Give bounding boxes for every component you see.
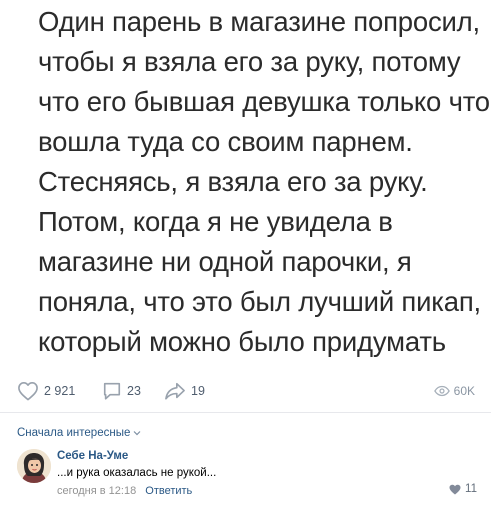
comment-count: 23 — [127, 384, 141, 398]
comment-text: ...и рука оказалась не рукой... — [57, 467, 217, 479]
post-text: Один парень в магазине попросил, чтобы я… — [38, 0, 490, 362]
post-text-line: который можно было придумать — [38, 326, 446, 357]
heart-icon — [449, 484, 461, 494]
divider — [0, 412, 491, 413]
post-text-line: магазине ни одной парочки, я — [38, 246, 412, 277]
share-button[interactable]: 19 — [164, 380, 205, 402]
post-text-line: вошла туда со своим парнем. — [38, 126, 413, 157]
comment-like-count: 11 — [465, 483, 477, 495]
sort-label: Сначала интересные — [17, 427, 131, 439]
reply-button[interactable]: Ответить — [145, 485, 192, 497]
comment-like-button[interactable]: 11 — [449, 483, 477, 495]
comment-timestamp[interactable]: сегодня в 12:18 — [57, 485, 136, 497]
comment-button[interactable]: 23 — [102, 380, 141, 402]
views-counter: 60K — [433, 380, 475, 402]
post-text-line: Потом, когда я не увидела в — [38, 206, 393, 237]
post-text-line: поняла, что это был лучший пикап, — [38, 286, 481, 317]
comment-meta: сегодня в 12:18 Ответить — [57, 485, 192, 497]
comment-bubble-icon — [103, 382, 121, 400]
like-button[interactable]: 2 921 — [17, 380, 75, 402]
post-image: Один парень в магазине попросил, чтобы я… — [0, 0, 491, 364]
comment-item: Себе На-Уме ...и рука оказалась не рукой… — [17, 449, 477, 499]
avatar-illustration — [17, 449, 51, 483]
comments-sort-dropdown[interactable]: Сначала интересные — [17, 427, 141, 439]
post-text-line: Стесняясь, я взяла его за руку. — [38, 166, 428, 197]
eye-icon — [433, 385, 450, 397]
chevron-down-icon — [133, 431, 141, 436]
share-arrow-icon — [165, 382, 185, 400]
like-count: 2 921 — [44, 384, 76, 398]
heart-icon — [18, 382, 38, 401]
post-actions-bar: 2 921 23 19 60K — [0, 376, 491, 406]
post-text-line: Один парень в магазине попросил, — [38, 6, 480, 37]
views-count: 60K — [453, 384, 475, 398]
post-text-line: что его бывшая девушка только что — [38, 86, 490, 117]
comment-author-link[interactable]: Себе На-Уме — [57, 450, 128, 462]
avatar[interactable] — [17, 449, 51, 483]
share-count: 19 — [191, 384, 205, 398]
post-text-line: чтобы я взяла его за руку, потому — [38, 46, 461, 77]
